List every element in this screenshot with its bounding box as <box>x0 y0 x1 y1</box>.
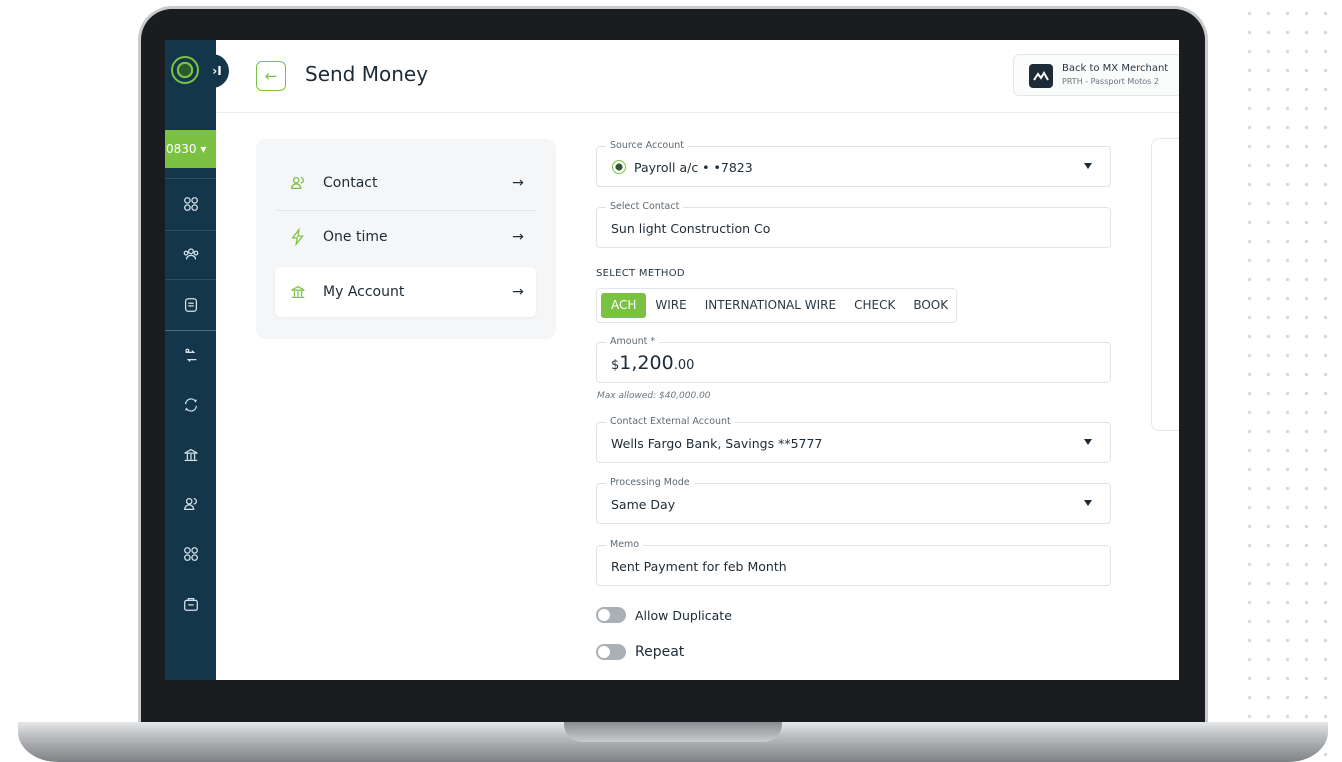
source-account-select[interactable]: Source Account Payroll a/c • •7823 <box>596 140 1111 187</box>
field-value: Same Day <box>611 497 676 512</box>
amount-input[interactable]: Amount * $1,200.00 <box>596 336 1111 383</box>
field-value: Payroll a/c • •7823 <box>634 160 753 175</box>
repeat-toggle[interactable] <box>596 644 626 660</box>
bank-icon <box>275 283 311 301</box>
menu-item-my-account[interactable]: My Account → <box>275 267 536 317</box>
nav-divider <box>165 178 216 179</box>
allow-duplicate-row: Allow Duplicate <box>596 607 732 623</box>
method-option-check[interactable]: CHECK <box>845 293 904 318</box>
field-value: Rent Payment for feb Month <box>611 559 787 574</box>
transfer-icon[interactable] <box>165 333 216 379</box>
repeat-row: Repeat <box>596 644 684 660</box>
arrow-left-icon: ← <box>264 67 278 85</box>
lightning-icon <box>275 228 311 246</box>
menu-item-one-time[interactable]: One time → <box>275 212 536 262</box>
nav-divider <box>165 279 216 280</box>
menu-item-contact[interactable]: Contact → <box>275 158 536 208</box>
field-label: Memo <box>606 539 644 550</box>
back-button[interactable]: ← <box>256 61 286 91</box>
method-option-international-wire[interactable]: INTERNATIONAL WIRE <box>696 293 845 318</box>
allow-duplicate-toggle[interactable] <box>596 607 626 623</box>
users-icon[interactable] <box>165 231 216 277</box>
field-label: Source Account <box>606 140 689 151</box>
merchant-button-subtitle: PRTH - Passport Motos 2 <box>1062 77 1159 86</box>
caret-down-icon <box>1084 439 1092 445</box>
amount-whole: 1,200 <box>619 352 674 374</box>
menu-item-label: One time <box>323 229 388 245</box>
account-logo-icon <box>612 160 626 174</box>
document-icon[interactable] <box>165 282 216 328</box>
laptop-notch <box>564 722 782 742</box>
apps-icon[interactable] <box>165 531 216 577</box>
method-option-ach[interactable]: ACH <box>601 293 647 318</box>
globe-logo-icon <box>171 56 199 84</box>
field-label: Select Contact <box>606 201 684 212</box>
mx-logo-icon <box>1029 64 1053 88</box>
amount-cents: .00 <box>673 358 695 373</box>
page-title: Send Money <box>305 62 429 86</box>
dot-pattern-decoration <box>1236 0 1342 762</box>
nav-divider <box>165 330 216 331</box>
contact-field[interactable]: Select Contact Sun light Construction Co <box>596 201 1111 248</box>
sync-icon[interactable] <box>165 382 216 428</box>
dashboard-icon[interactable] <box>165 181 216 227</box>
field-value: Wells Fargo Bank, Savings **5777 <box>611 436 823 451</box>
page-header: ← Send Money Back to MX Merchant PRTH - … <box>216 40 1179 113</box>
merchant-button-title: Back to MX Merchant <box>1062 63 1169 74</box>
memo-input[interactable]: Memo Rent Payment for feb Month <box>596 539 1111 586</box>
bank-icon[interactable] <box>165 432 216 478</box>
field-value: Sun light Construction Co <box>611 221 771 236</box>
arrow-right-icon: → <box>512 229 524 245</box>
account-selector[interactable]: 0830 ▾ <box>165 130 216 168</box>
sidebar: 0830 ▾ <box>165 40 216 680</box>
contacts-icon[interactable] <box>165 481 216 527</box>
menu-divider <box>275 210 536 211</box>
arrow-right-icon: → <box>512 175 524 191</box>
amount-value: $1,200.00 <box>611 352 694 374</box>
arrow-right-icon: → <box>512 284 524 300</box>
external-account-select[interactable]: Contact External Account Wells Fargo Ban… <box>596 416 1111 463</box>
toggle-label: Repeat <box>635 644 685 660</box>
contact-icon <box>275 174 311 192</box>
briefcase-icon[interactable] <box>165 581 216 627</box>
menu-item-label: Contact <box>323 175 378 191</box>
app-screen: 0830 ▾ ›I ← Send Money Back to MX Mercha… <box>165 40 1179 680</box>
payment-type-menu: Contact → One time → My Account → <box>256 139 556 339</box>
amount-hint: Max allowed: $40,000.00 <box>597 391 711 401</box>
field-label: Contact External Account <box>606 416 735 427</box>
summary-panel <box>1151 138 1179 431</box>
page: 0830 ▾ ›I ← Send Money Back to MX Mercha… <box>0 0 1342 762</box>
caret-down-icon <box>1084 500 1092 506</box>
menu-item-label: My Account <box>323 284 405 300</box>
method-selector: ACH WIRE INTERNATIONAL WIRE CHECK BOOK <box>596 288 957 323</box>
back-to-merchant-button[interactable]: Back to MX Merchant PRTH - Passport Moto… <box>1013 54 1179 96</box>
method-option-wire[interactable]: WIRE <box>646 293 695 318</box>
processing-mode-select[interactable]: Processing Mode Same Day <box>596 477 1111 524</box>
field-label: Amount * <box>606 336 660 347</box>
toggle-label: Allow Duplicate <box>635 607 732 623</box>
field-label: Processing Mode <box>606 477 694 488</box>
caret-down-icon <box>1084 163 1092 169</box>
method-section-label: SELECT METHOD <box>596 268 685 279</box>
method-option-book[interactable]: BOOK <box>904 293 957 318</box>
